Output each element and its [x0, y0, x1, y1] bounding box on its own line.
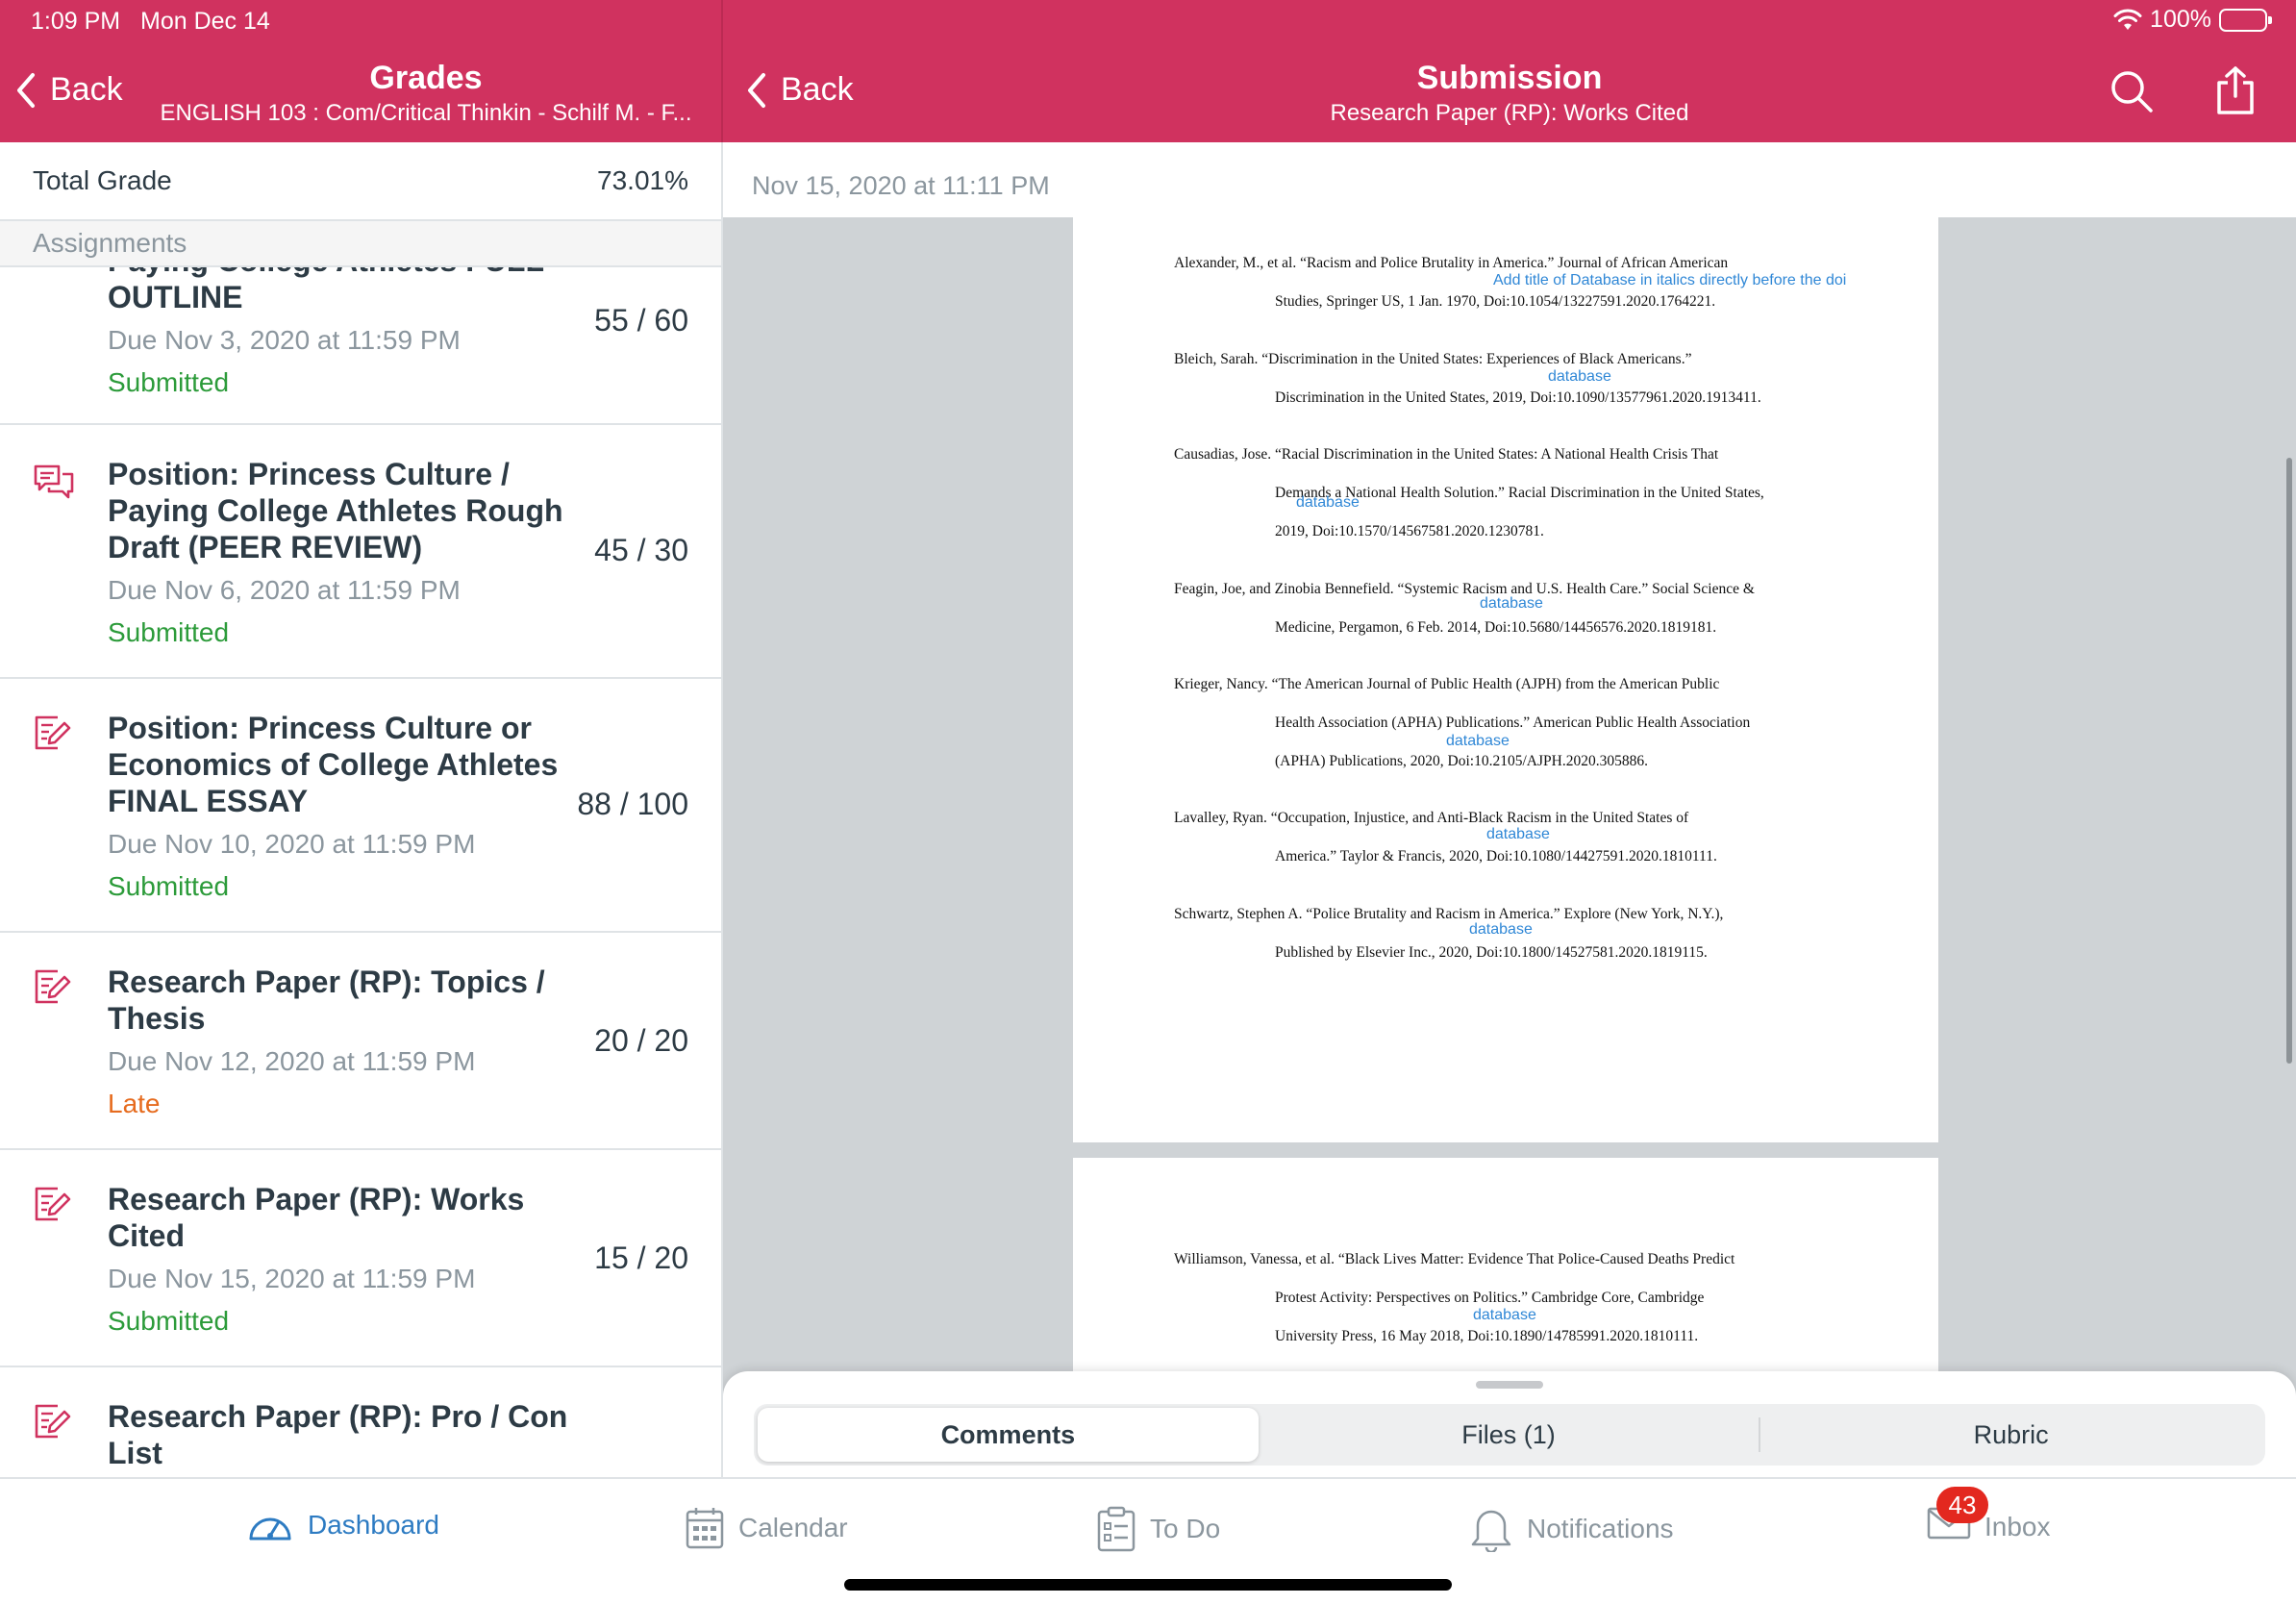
submission-bottom-sheet: Comments Files (1) Rubric [723, 1371, 2296, 1477]
assignment-item[interactable]: Position: Princess Culture / Paying Coll… [0, 425, 721, 679]
annotation-comment[interactable]: database [1548, 368, 1611, 386]
citation: Krieger, Nancy. “The American Journal of… [1174, 676, 1751, 769]
tab-calendar[interactable]: Calendar [685, 1506, 848, 1550]
chevron-left-icon [748, 72, 765, 108]
tab-label: Dashboard [308, 1510, 439, 1540]
assignment-icon [33, 967, 71, 1011]
assignment-item[interactable]: Research Paper (RP): Works Cited Due Nov… [0, 1150, 721, 1367]
assignment-status: Submitted [108, 617, 230, 647]
citation: Causadias, Jose. “Racial Discrimination … [1174, 446, 1764, 539]
assignment-title: Position: Princess Culture / Paying Coll… [108, 457, 563, 564]
tab-label: Inbox [1984, 1511, 2051, 1541]
assignment-icon [33, 1402, 71, 1445]
assignment-status: Submitted [108, 871, 230, 901]
total-grade-label: Total Grade [33, 165, 172, 195]
share-button[interactable] [2215, 65, 2256, 120]
search-button[interactable] [2109, 69, 2154, 118]
discussion-icon [33, 464, 75, 507]
inbox-icon-wrap: 43 [1927, 1487, 1988, 1547]
assignment-status: Submitted [108, 1306, 230, 1336]
annotation-comment[interactable]: Add title of Database in italics directl… [1493, 272, 1846, 289]
total-grade-value: 73.01% [597, 165, 688, 195]
tab-label: Notifications [1527, 1514, 1674, 1543]
submission-segmented-control: Comments Files (1) Rubric [754, 1404, 2265, 1466]
assignment-due-date: Due Nov 6, 2020 at 11:59 PM [108, 575, 461, 605]
assignment-title: Research Paper (RP): Pro / Con List [108, 1399, 568, 1470]
status-indicators: 100% [2113, 6, 2272, 34]
document-viewer[interactable]: Alexander, M., et al. “Racism and Police… [723, 217, 2296, 1477]
assignment-title: Position: Princess Culture or Economics … [108, 711, 559, 818]
assignment-icon [33, 1185, 71, 1228]
wifi-icon [2113, 9, 2142, 32]
document-scrollbar[interactable] [2286, 458, 2292, 1064]
annotation-comment[interactable]: database [1480, 595, 1543, 613]
assignment-icon [33, 714, 71, 757]
share-icon [2217, 66, 2254, 114]
course-subtitle: ENGLISH 103 : Com/Critical Thinkin - Sch… [160, 100, 692, 126]
grades-panel: Total Grade 73.01% Assignments Paying Co… [0, 142, 721, 1477]
tab-dashboard[interactable]: Dashboard [246, 1506, 439, 1544]
assignment-item[interactable]: Research Paper (RP): Pro / Con List [0, 1367, 721, 1477]
document-page: Alexander, M., et al. “Racism and Police… [1073, 217, 1938, 1142]
status-date: Mon Dec 14 [140, 8, 270, 35]
assignment-item[interactable]: Paying College Athletes FULL OUTLINE Due… [0, 267, 721, 425]
home-indicator [844, 1579, 1452, 1591]
calendar-icon [686, 1508, 724, 1549]
submission-date: Nov 15, 2020 at 11:11 PM [752, 171, 1050, 200]
tab-label: Calendar [738, 1513, 848, 1542]
todo-icon [1097, 1506, 1136, 1552]
battery-percent: 100% [2150, 6, 2211, 33]
inbox-badge: 43 [1936, 1487, 1988, 1523]
total-grade-row: Total Grade 73.01% [0, 142, 721, 221]
tab-inbox[interactable]: 43 Inbox [1927, 1487, 2051, 1547]
assignment-score: 15 / 20 [594, 1241, 688, 1275]
tab-comments[interactable]: Comments [758, 1408, 1259, 1462]
submission-subtitle: Research Paper (RP): Works Cited [1330, 100, 1689, 126]
battery-icon [2219, 8, 2272, 32]
assignment-due-date: Due Nov 15, 2020 at 11:59 PM [108, 1264, 476, 1293]
assignment-title: Research Paper (RP): Topics / Thesis [108, 965, 545, 1036]
assignment-title: Paying College Athletes FULL OUTLINE [108, 267, 543, 314]
annotation-comment[interactable]: database [1473, 1307, 1536, 1324]
assignment-score: 88 / 100 [577, 787, 688, 821]
assignment-status: Submitted [108, 367, 230, 397]
grades-title: Grades [369, 60, 483, 96]
annotation-comment[interactable]: database [1486, 826, 1550, 843]
assignments-list[interactable]: Paying College Athletes FULL OUTLINE Due… [0, 267, 721, 1477]
tab-files[interactable]: Files (1) [1259, 1408, 1759, 1462]
assignment-score: 55 / 60 [594, 303, 688, 338]
tab-todo[interactable]: To Do [1096, 1506, 1220, 1552]
citation: Bleich, Sarah. “Discrimination in the Un… [1174, 351, 1761, 406]
annotation-comment[interactable]: database [1446, 733, 1510, 750]
status-time: 1:09 PM [31, 8, 121, 35]
back-label: Back [781, 71, 854, 108]
citation: Williamson, Vanessa, et al. “Black Lives… [1174, 1251, 1735, 1344]
assignment-due-date: Due Nov 3, 2020 at 11:59 PM [108, 325, 461, 355]
tab-rubric[interactable]: Rubric [1760, 1408, 2261, 1462]
submission-back-button[interactable]: Back [746, 71, 854, 109]
annotation-comment[interactable]: database [1296, 494, 1360, 512]
app-header: 1:09 PM Mon Dec 14 100% Back Grades ENGL… [0, 0, 2296, 142]
tab-notifications[interactable]: Notifications [1469, 1506, 1674, 1552]
assignment-score: 20 / 20 [594, 1023, 688, 1058]
bell-icon [1471, 1510, 1511, 1552]
assignment-status: Late [108, 1089, 161, 1118]
assignment-due-date: Due Nov 12, 2020 at 11:59 PM [108, 1046, 476, 1076]
submission-title: Submission [1416, 60, 1603, 96]
tab-label: To Do [1150, 1514, 1221, 1543]
sheet-grabber[interactable] [1476, 1381, 1543, 1389]
assignment-score: 45 / 30 [594, 533, 688, 567]
assignment-item[interactable]: Position: Princess Culture or Economics … [0, 679, 721, 933]
annotation-comment[interactable]: database [1469, 921, 1533, 939]
assignment-item[interactable]: Research Paper (RP): Topics / Thesis Due… [0, 933, 721, 1150]
submission-panel: Nov 15, 2020 at 11:11 PM Alexander, M., … [723, 142, 2296, 1477]
assignment-due-date: Due Nov 10, 2020 at 11:59 PM [108, 829, 476, 859]
search-icon [2111, 71, 2153, 113]
assignment-title: Research Paper (RP): Works Cited [108, 1182, 525, 1253]
header-divider [721, 0, 723, 142]
assignments-section-header: Assignments [0, 221, 721, 267]
dashboard-icon [249, 1517, 291, 1541]
